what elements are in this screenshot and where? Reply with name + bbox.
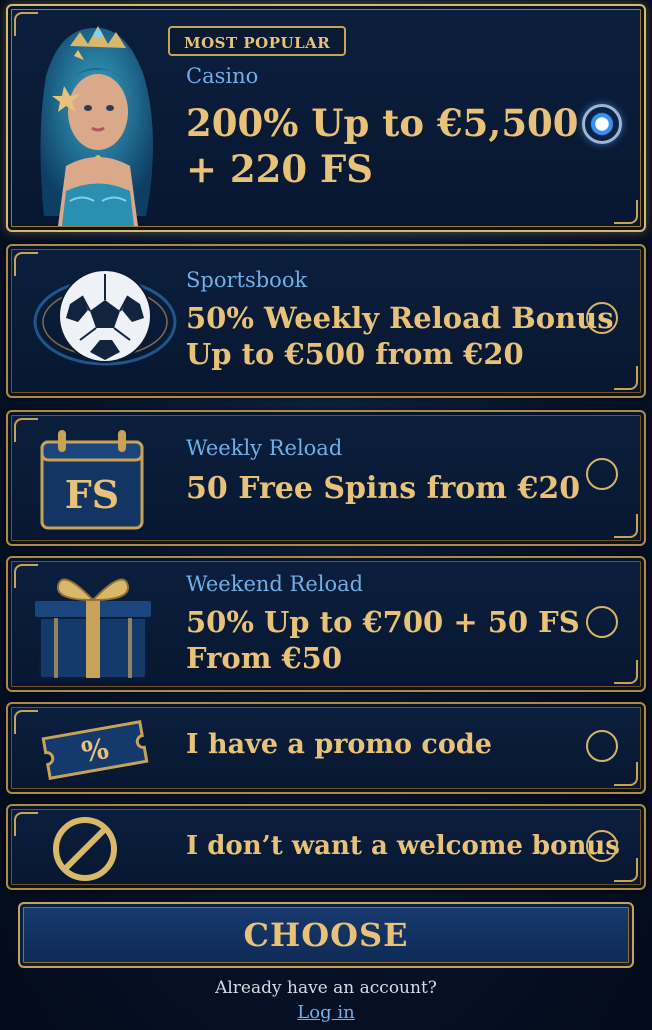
- weekly-reload-offer-line-1: 50 Free Spins from €20: [186, 471, 581, 506]
- mermaid-queen-icon: [26, 16, 166, 228]
- casino-offer-line-2: + 220 FS: [186, 147, 373, 192]
- weekend-reload-radio-button[interactable]: [586, 606, 618, 638]
- ticket-percent-text: %: [79, 732, 111, 769]
- weekend-reload-offer-line-2: From €50: [186, 641, 343, 676]
- most-popular-badge: MOST POPULAR: [168, 26, 347, 56]
- gift-box-icon: [32, 566, 154, 684]
- weekly-reload-option-card[interactable]: FS Weekly Reload 50 Free Spins from €20: [6, 410, 646, 546]
- weekend-reload-option-card[interactable]: Weekend Reload 50% Up to €700 + 50 FS Fr…: [6, 556, 646, 692]
- promo-code-label-text: I have a promo code: [186, 729, 492, 760]
- weekend-reload-offer-text: 50% Up to €700 + 50 FS From €50: [186, 604, 580, 677]
- casino-category-label: Casino: [186, 64, 259, 88]
- casino-offer-text: 200% Up to €5,500 + 220 FS: [186, 100, 579, 193]
- weekend-reload-category-label: Weekend Reload: [186, 572, 364, 596]
- sportsbook-option-card[interactable]: Sportsbook 50% Weekly Reload Bonus Up to…: [6, 244, 646, 398]
- promo-code-label: I have a promo code: [186, 728, 492, 762]
- fs-calendar-text: FS: [65, 472, 119, 517]
- weekend-reload-offer-line-1: 50% Up to €700 + 50 FS: [186, 605, 580, 639]
- soccer-ball-icon: [30, 260, 180, 384]
- weekly-reload-category-label: Weekly Reload: [186, 436, 343, 460]
- promo-code-option-card[interactable]: % I have a promo code: [6, 702, 646, 794]
- sportsbook-offer-line-2: Up to €500 from €20: [186, 337, 524, 372]
- sportsbook-offer-text: 50% Weekly Reload Bonus Up to €500 from …: [186, 300, 614, 373]
- ticket-percent-icon: %: [36, 718, 154, 782]
- promo-code-radio-button[interactable]: [586, 730, 618, 762]
- no-symbol-icon: [50, 814, 120, 884]
- login-container: Log in: [0, 1002, 652, 1023]
- sportsbook-radio-button[interactable]: [586, 302, 618, 334]
- weekly-reload-radio-button[interactable]: [586, 458, 618, 490]
- sportsbook-category-label: Sportsbook: [186, 268, 308, 292]
- casino-offer-line-1: 200% Up to €5,500: [186, 101, 579, 145]
- no-bonus-label-text: I don’t want a welcome bonus: [186, 831, 620, 861]
- casino-option-card[interactable]: MOST POPULAR Casino 200% Up to €5,500 + …: [6, 4, 646, 232]
- no-bonus-option-card[interactable]: I don’t want a welcome bonus: [6, 804, 646, 890]
- casino-radio-button[interactable]: [582, 104, 622, 144]
- fs-calendar-icon: FS: [36, 424, 148, 534]
- weekly-reload-offer-text: 50 Free Spins from €20: [186, 470, 580, 508]
- no-bonus-label: I don’t want a welcome bonus: [186, 830, 620, 863]
- login-link[interactable]: Log in: [297, 1002, 354, 1023]
- choose-button[interactable]: CHOOSE: [18, 902, 634, 968]
- sportsbook-offer-line-1: 50% Weekly Reload Bonus: [186, 301, 614, 335]
- already-have-account-text: Already have an account?: [215, 978, 437, 998]
- no-bonus-radio-button[interactable]: [586, 830, 618, 862]
